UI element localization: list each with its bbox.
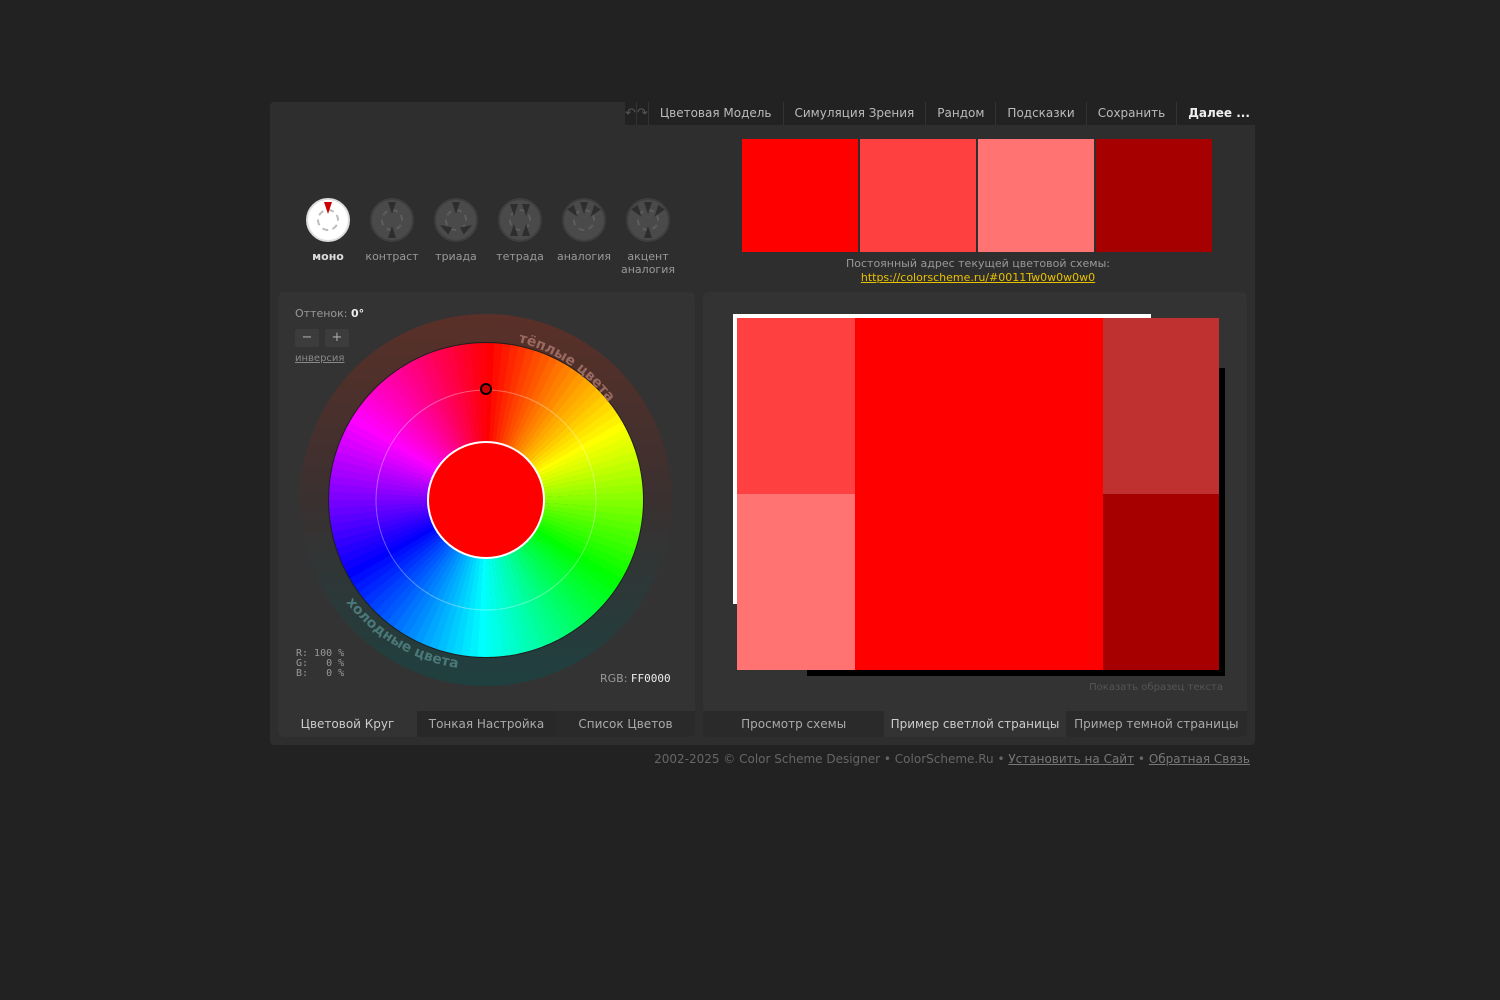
hue-decrease-button[interactable]: − (295, 329, 319, 347)
tab-dark-page-example[interactable]: Пример темной страницы (1066, 711, 1247, 737)
app-window: ↶ ↷ Цветовая Модель Симуляция Зрения Ран… (270, 102, 1255, 745)
undo-icon[interactable]: ↶ (625, 102, 637, 125)
color-wheel-panel: тёплые цвета холодные цвета Оттенок: 0° … (278, 292, 695, 737)
preview-block-lighter (737, 494, 855, 670)
top-menu: ↶ ↷ Цветовая Модель Симуляция Зрения Ран… (625, 102, 1255, 125)
preview-block-mid (1103, 318, 1219, 494)
swatch-primary[interactable] (742, 139, 858, 252)
mode-triad[interactable]: триада (424, 198, 488, 276)
mode-label: акцент аналогия (621, 250, 675, 276)
selected-color-center (427, 441, 545, 559)
menu-more[interactable]: Далее ... (1177, 102, 1261, 125)
contrast-dial-icon (370, 198, 414, 242)
hue-value: 0° (351, 307, 365, 320)
scheme-preview (733, 314, 1225, 676)
mode-tetrad[interactable]: тетрада (488, 198, 552, 276)
permalink-label: Постоянный адрес текущей цветовой схемы: (845, 257, 1110, 270)
menu-random[interactable]: Рандом (926, 102, 997, 125)
mode-label: контраст (365, 250, 419, 263)
rgb-percent-readout: R: 100 % G: 0 % B: 0 % (296, 648, 345, 679)
mode-analogy[interactable]: аналогия (552, 198, 616, 276)
menu-hints[interactable]: Подсказки (996, 102, 1087, 125)
rgb-hex-readout: RGB: FF0000 (600, 672, 671, 685)
mode-label: моно (312, 250, 344, 263)
mode-accent-analogy[interactable]: акцент аналогия (616, 198, 680, 276)
swatch-lighter[interactable] (978, 139, 1094, 252)
redo-icon[interactable]: ↷ (637, 102, 649, 125)
menu-save[interactable]: Сохранить (1087, 102, 1178, 125)
footer-copyright: 2002-2025 © Color Scheme Designer • Colo… (654, 752, 1005, 766)
right-tabs: Просмотр схемы Пример светлой страницы П… (703, 711, 1247, 737)
menu-vision-simulation[interactable]: Симуляция Зрения (784, 102, 927, 125)
permalink-url[interactable]: https://colorscheme.ru/#0011Tw0w0w0w0 (742, 271, 1214, 284)
accent-analogy-dial-icon (626, 198, 670, 242)
menu-color-model[interactable]: Цветовая Модель (649, 102, 784, 125)
preview-panel: Показать образец текста Просмотр схемы П… (703, 292, 1247, 737)
swatch-light[interactable] (860, 139, 976, 252)
tab-color-list[interactable]: Список Цветов (556, 711, 695, 737)
tab-light-page-example[interactable]: Пример светлой страницы (884, 711, 1066, 737)
mode-label: тетрада (496, 250, 544, 263)
preview-block-light (737, 318, 855, 494)
invert-link[interactable]: инверсия (295, 353, 344, 364)
left-tabs: Цветовой Круг Тонкая Настройка Список Цв… (278, 711, 695, 737)
preview-block-dark (1103, 494, 1219, 670)
mode-contrast[interactable]: контраст (360, 198, 424, 276)
palette-swatches (742, 139, 1212, 252)
show-sample-text-link[interactable]: Показать образец текста (1089, 682, 1223, 693)
triad-dial-icon (434, 198, 478, 242)
mode-mono[interactable]: моно (296, 198, 360, 276)
hue-picker-handle[interactable] (480, 383, 492, 395)
mode-label: аналогия (557, 250, 611, 263)
preview-block-main (855, 318, 1103, 670)
swatch-dark[interactable] (1096, 139, 1212, 252)
footer-separator: • (1137, 752, 1145, 766)
tab-scheme-preview[interactable]: Просмотр схемы (703, 711, 884, 737)
tab-fine-tune[interactable]: Тонкая Настройка (417, 711, 556, 737)
hue-increase-button[interactable]: + (325, 329, 349, 347)
mode-label: триада (435, 250, 477, 263)
mono-dial-icon (306, 198, 350, 242)
hue-label: Оттенок: 0° (295, 307, 365, 320)
feedback-link[interactable]: Обратная Связь (1149, 752, 1250, 766)
tab-color-wheel[interactable]: Цветовой Круг (278, 711, 417, 737)
footer: 2002-2025 © Color Scheme Designer • Colo… (270, 752, 1250, 766)
scheme-mode-selector: моно контраст триада тетрада аналогия ак… (296, 198, 680, 276)
tetrad-dial-icon (498, 198, 542, 242)
install-on-site-link[interactable]: Установить на Сайт (1008, 752, 1134, 766)
analogy-dial-icon (562, 198, 606, 242)
